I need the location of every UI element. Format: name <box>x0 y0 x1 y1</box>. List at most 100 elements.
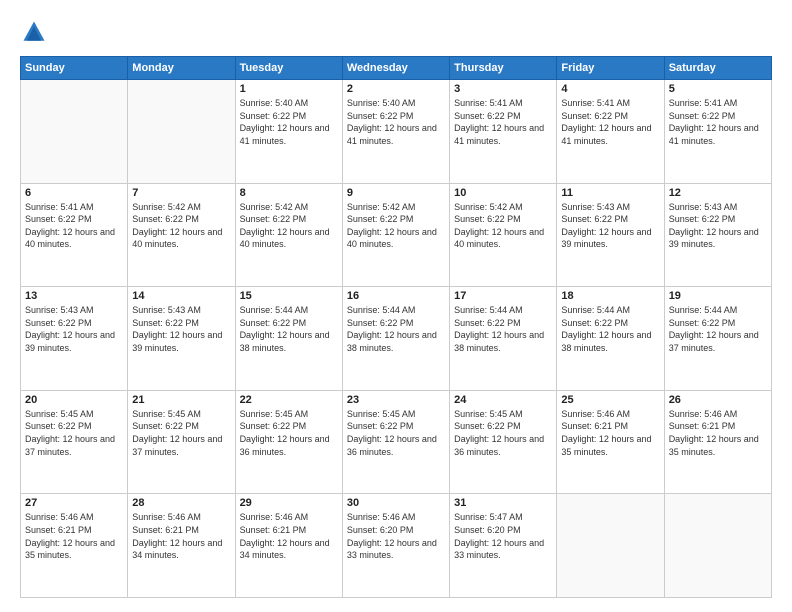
cell-detail: Sunrise: 5:42 AMSunset: 6:22 PMDaylight:… <box>240 201 338 251</box>
calendar-cell: 5 Sunrise: 5:41 AMSunset: 6:22 PMDaylight… <box>664 80 771 184</box>
day-number: 8 <box>240 187 338 199</box>
calendar-cell: 7Sunrise: 5:42 AMSunset: 6:22 PMDaylight… <box>128 183 235 287</box>
day-number: 18 <box>561 290 659 302</box>
cell-detail: Sunrise: 5:44 AMSunset: 6:22 PMDaylight:… <box>240 304 338 354</box>
day-number: 22 <box>240 394 338 406</box>
day-number: 11 <box>561 187 659 199</box>
cell-detail: Sunrise: 5:46 AMSunset: 6:21 PMDaylight:… <box>669 408 767 458</box>
calendar-cell: 3 Sunrise: 5:41 AMSunset: 6:22 PMDaylight… <box>450 80 557 184</box>
day-number: 21 <box>132 394 230 406</box>
day-number: 19 <box>669 290 767 302</box>
calendar-cell <box>128 80 235 184</box>
cell-detail: Sunrise: 5:44 AMSunset: 6:22 PMDaylight:… <box>347 304 445 354</box>
weekday-header-monday: Monday <box>128 57 235 80</box>
cell-detail: Sunrise: 5:46 AMSunset: 6:21 PMDaylight:… <box>561 408 659 458</box>
calendar-cell: 16 Sunrise: 5:44 AMSunset: 6:22 PMDayligh… <box>342 287 449 391</box>
day-number: 31 <box>454 497 552 509</box>
weekday-header-saturday: Saturday <box>664 57 771 80</box>
weekday-header-row: SundayMondayTuesdayWednesdayThursdayFrid… <box>21 57 772 80</box>
cell-detail: Sunrise: 5:46 AMSunset: 6:21 PMDaylight:… <box>132 511 230 561</box>
day-number: 16 <box>347 290 445 302</box>
weekday-header-friday: Friday <box>557 57 664 80</box>
cell-detail: Sunrise: 5:45 AMSunset: 6:22 PMDaylight:… <box>25 408 123 458</box>
day-number: 1 <box>240 83 338 95</box>
day-number: 9 <box>347 187 445 199</box>
calendar-cell: 21 Sunrise: 5:45 AMSunset: 6:22 PMDayligh… <box>128 390 235 494</box>
day-number: 26 <box>669 394 767 406</box>
cell-detail: Sunrise: 5:45 AMSunset: 6:22 PMDaylight:… <box>240 408 338 458</box>
day-number: 12 <box>669 187 767 199</box>
weekday-header-wednesday: Wednesday <box>342 57 449 80</box>
calendar-cell: 4 Sunrise: 5:41 AMSunset: 6:22 PMDaylight… <box>557 80 664 184</box>
cell-detail: Sunrise: 5:46 AMSunset: 6:20 PMDaylight:… <box>347 511 445 561</box>
calendar-cell: 27 Sunrise: 5:46 AMSunset: 6:21 PMDayligh… <box>21 494 128 598</box>
page: SundayMondayTuesdayWednesdayThursdayFrid… <box>0 0 792 612</box>
day-number: 30 <box>347 497 445 509</box>
cell-detail: Sunrise: 5:41 AMSunset: 6:22 PMDaylight:… <box>25 201 123 251</box>
day-number: 25 <box>561 394 659 406</box>
cell-detail: Sunrise: 5:45 AMSunset: 6:22 PMDaylight:… <box>347 408 445 458</box>
cell-detail: Sunrise: 5:43 AMSunset: 6:22 PMDaylight:… <box>132 304 230 354</box>
cell-detail: Sunrise: 5:43 AMSunset: 6:22 PMDaylight:… <box>25 304 123 354</box>
calendar-cell: 29 Sunrise: 5:46 AMSunset: 6:21 PMDayligh… <box>235 494 342 598</box>
day-number: 13 <box>25 290 123 302</box>
calendar-cell: 9Sunrise: 5:42 AMSunset: 6:22 PMDaylight… <box>342 183 449 287</box>
cell-detail: Sunrise: 5:41 AMSunset: 6:22 PMDaylight:… <box>454 97 552 147</box>
day-number: 14 <box>132 290 230 302</box>
calendar-cell: 26 Sunrise: 5:46 AMSunset: 6:21 PMDayligh… <box>664 390 771 494</box>
calendar-cell: 13 Sunrise: 5:43 AMSunset: 6:22 PMDayligh… <box>21 287 128 391</box>
logo <box>20 18 52 46</box>
calendar-cell <box>21 80 128 184</box>
cell-detail: Sunrise: 5:44 AMSunset: 6:22 PMDaylight:… <box>561 304 659 354</box>
calendar-cell: 25 Sunrise: 5:46 AMSunset: 6:21 PMDayligh… <box>557 390 664 494</box>
cell-detail: Sunrise: 5:43 AMSunset: 6:22 PMDaylight:… <box>561 201 659 251</box>
day-number: 2 <box>347 83 445 95</box>
header <box>20 18 772 46</box>
calendar-cell: 20 Sunrise: 5:45 AMSunset: 6:22 PMDayligh… <box>21 390 128 494</box>
calendar-cell: 12Sunrise: 5:43 AMSunset: 6:22 PMDayligh… <box>664 183 771 287</box>
calendar-cell: 6 Sunrise: 5:41 AMSunset: 6:22 PMDaylight… <box>21 183 128 287</box>
calendar-cell: 28Sunrise: 5:46 AMSunset: 6:21 PMDayligh… <box>128 494 235 598</box>
cell-detail: Sunrise: 5:41 AMSunset: 6:22 PMDaylight:… <box>561 97 659 147</box>
calendar-cell: 22 Sunrise: 5:45 AMSunset: 6:22 PMDayligh… <box>235 390 342 494</box>
cell-detail: Sunrise: 5:40 AMSunset: 6:22 PMDaylight:… <box>347 97 445 147</box>
cell-detail: Sunrise: 5:45 AMSunset: 6:22 PMDaylight:… <box>132 408 230 458</box>
day-number: 3 <box>454 83 552 95</box>
calendar-cell: 24Sunrise: 5:45 AMSunset: 6:22 PMDayligh… <box>450 390 557 494</box>
week-row-3: 13 Sunrise: 5:43 AMSunset: 6:22 PMDayligh… <box>21 287 772 391</box>
week-row-1: 1 Sunrise: 5:40 AMSunset: 6:22 PMDaylight… <box>21 80 772 184</box>
calendar-cell <box>664 494 771 598</box>
cell-detail: Sunrise: 5:47 AMSunset: 6:20 PMDaylight:… <box>454 511 552 561</box>
calendar: SundayMondayTuesdayWednesdayThursdayFrid… <box>20 56 772 598</box>
week-row-4: 20 Sunrise: 5:45 AMSunset: 6:22 PMDayligh… <box>21 390 772 494</box>
week-row-2: 6 Sunrise: 5:41 AMSunset: 6:22 PMDaylight… <box>21 183 772 287</box>
calendar-cell <box>557 494 664 598</box>
day-number: 24 <box>454 394 552 406</box>
weekday-header-tuesday: Tuesday <box>235 57 342 80</box>
calendar-cell: 10 Sunrise: 5:42 AMSunset: 6:22 PMDayligh… <box>450 183 557 287</box>
cell-detail: Sunrise: 5:42 AMSunset: 6:22 PMDaylight:… <box>454 201 552 251</box>
day-number: 6 <box>25 187 123 199</box>
cell-detail: Sunrise: 5:42 AMSunset: 6:22 PMDaylight:… <box>132 201 230 251</box>
cell-detail: Sunrise: 5:40 AMSunset: 6:22 PMDaylight:… <box>240 97 338 147</box>
cell-detail: Sunrise: 5:46 AMSunset: 6:21 PMDaylight:… <box>240 511 338 561</box>
day-number: 29 <box>240 497 338 509</box>
calendar-cell: 19 Sunrise: 5:44 AMSunset: 6:22 PMDayligh… <box>664 287 771 391</box>
day-number: 10 <box>454 187 552 199</box>
day-number: 23 <box>347 394 445 406</box>
calendar-cell: 23 Sunrise: 5:45 AMSunset: 6:22 PMDayligh… <box>342 390 449 494</box>
cell-detail: Sunrise: 5:41 AMSunset: 6:22 PMDaylight:… <box>669 97 767 147</box>
weekday-header-sunday: Sunday <box>21 57 128 80</box>
day-number: 15 <box>240 290 338 302</box>
calendar-cell: 17Sunrise: 5:44 AMSunset: 6:22 PMDayligh… <box>450 287 557 391</box>
day-number: 27 <box>25 497 123 509</box>
cell-detail: Sunrise: 5:44 AMSunset: 6:22 PMDaylight:… <box>669 304 767 354</box>
calendar-cell: 11 Sunrise: 5:43 AMSunset: 6:22 PMDayligh… <box>557 183 664 287</box>
cell-detail: Sunrise: 5:46 AMSunset: 6:21 PMDaylight:… <box>25 511 123 561</box>
calendar-cell: 8 Sunrise: 5:42 AMSunset: 6:22 PMDaylight… <box>235 183 342 287</box>
day-number: 5 <box>669 83 767 95</box>
day-number: 20 <box>25 394 123 406</box>
day-number: 4 <box>561 83 659 95</box>
day-number: 17 <box>454 290 552 302</box>
calendar-cell: 14 Sunrise: 5:43 AMSunset: 6:22 PMDayligh… <box>128 287 235 391</box>
